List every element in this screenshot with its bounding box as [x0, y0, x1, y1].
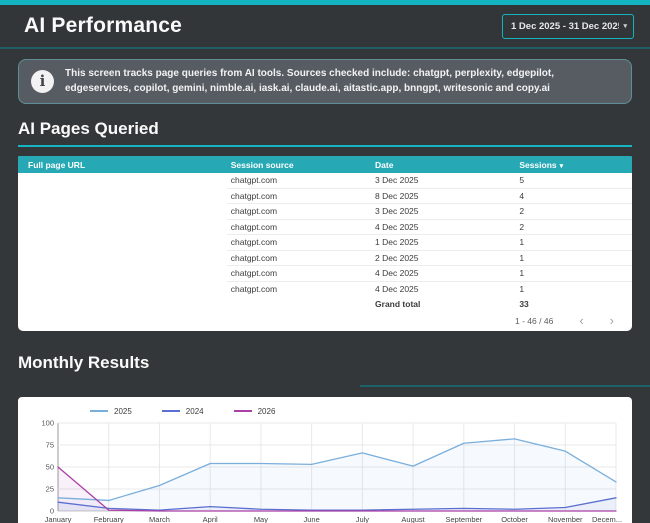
table-row: chatgpt.com4 Dec 20252	[18, 220, 632, 236]
section-underline	[18, 145, 632, 147]
cell-date: 3 Dec 2025	[371, 173, 515, 189]
legend-swatch	[234, 410, 252, 412]
cell-date: 4 Dec 2025	[371, 266, 515, 282]
app-header: AI Performance 1 Dec 2025 - 31 Dec 2025 …	[0, 5, 650, 47]
legend-item-2024[interactable]: 2024	[162, 407, 204, 416]
svg-text:June: June	[304, 515, 320, 523]
svg-text:Decem...: Decem...	[592, 515, 622, 523]
chevron-down-icon: ▾	[623, 22, 627, 30]
cell-date: 3 Dec 2025	[371, 204, 515, 220]
info-icon: i	[31, 70, 54, 93]
date-range-button[interactable]: 1 Dec 2025 - 31 Dec 2025 ▾	[502, 14, 634, 39]
svg-text:March: March	[149, 515, 170, 523]
column-header-sessions[interactable]: Sessions▾	[515, 160, 632, 170]
grand-total-row: Grand total 33	[18, 297, 632, 310]
svg-text:May: May	[254, 515, 268, 523]
svg-text:January: January	[45, 515, 72, 523]
cell-source: chatgpt.com	[227, 220, 371, 236]
grand-total-value: 33	[515, 299, 632, 309]
svg-text:February: February	[94, 515, 124, 523]
legend-label: 2026	[258, 407, 276, 416]
ai-pages-table: Full page URL Session source Date Sessio…	[18, 156, 632, 331]
svg-text:August: August	[401, 515, 425, 523]
column-header-date[interactable]: Date	[371, 160, 515, 170]
monthly-results-chart: 0255075100JanuaryFebruaryMarchAprilMayJu…	[28, 417, 622, 523]
section-title-ai-pages-queried: AI Pages Queried	[18, 119, 632, 139]
table-row: chatgpt.com4 Dec 20251	[18, 266, 632, 282]
table-body: chatgpt.com3 Dec 20255chatgpt.com8 Dec 2…	[18, 173, 632, 297]
cell-url	[18, 251, 227, 267]
legend-label: 2025	[114, 407, 132, 416]
svg-text:100: 100	[41, 419, 54, 428]
cell-sessions: 1	[515, 235, 632, 251]
date-range-label: 1 Dec 2025 - 31 Dec 2025	[511, 21, 619, 32]
monthly-results-chart-card: 202520242026 0255075100JanuaryFebruaryMa…	[18, 397, 632, 523]
pagination-range: 1 - 46 / 46	[515, 316, 553, 326]
pagination-prev-icon[interactable]: ‹	[575, 314, 587, 327]
legend-swatch	[162, 410, 180, 412]
cell-source: chatgpt.com	[227, 266, 371, 282]
legend-item-2025[interactable]: 2025	[90, 407, 132, 416]
column-header-full-page-url[interactable]: Full page URL	[18, 160, 227, 170]
cell-sessions: 1	[515, 282, 632, 298]
svg-text:25: 25	[46, 485, 54, 494]
cell-sessions: 4	[515, 189, 632, 205]
cell-url	[18, 204, 227, 220]
main-content: i This screen tracks page queries from A…	[0, 49, 650, 523]
table-row: chatgpt.com3 Dec 20252	[18, 204, 632, 220]
column-header-session-source[interactable]: Session source	[227, 160, 371, 170]
info-banner-text: This screen tracks page queries from AI …	[65, 67, 619, 96]
cell-date: 4 Dec 2025	[371, 282, 515, 298]
cell-source: chatgpt.com	[227, 173, 371, 189]
legend-label: 2024	[186, 407, 204, 416]
cell-url	[18, 235, 227, 251]
cell-source: chatgpt.com	[227, 282, 371, 298]
cell-url	[18, 189, 227, 205]
info-banner: i This screen tracks page queries from A…	[18, 59, 632, 104]
cell-url	[18, 220, 227, 236]
table-row: chatgpt.com4 Dec 20251	[18, 282, 632, 298]
cell-source: chatgpt.com	[227, 251, 371, 267]
table-row: chatgpt.com8 Dec 20254	[18, 189, 632, 205]
svg-text:July: July	[356, 515, 370, 523]
svg-text:November: November	[548, 515, 583, 523]
cell-date: 1 Dec 2025	[371, 235, 515, 251]
cell-sessions: 1	[515, 251, 632, 267]
cell-source: chatgpt.com	[227, 189, 371, 205]
cell-url	[18, 266, 227, 282]
cell-url	[18, 282, 227, 298]
pagination-next-icon[interactable]: ›	[606, 314, 618, 327]
monthly-results-header: Monthly Results	[18, 353, 632, 373]
table-row: chatgpt.com3 Dec 20255	[18, 173, 632, 189]
cell-date: 2 Dec 2025	[371, 251, 515, 267]
svg-text:April: April	[203, 515, 218, 523]
cell-sessions: 2	[515, 204, 632, 220]
table-row: chatgpt.com1 Dec 20251	[18, 235, 632, 251]
grand-total-label: Grand total	[371, 299, 515, 309]
svg-text:75: 75	[46, 441, 54, 450]
page-title: AI Performance	[24, 14, 182, 38]
table-row: chatgpt.com2 Dec 20251	[18, 251, 632, 267]
table-header-row: Full page URL Session source Date Sessio…	[18, 156, 632, 173]
chart-legend: 2025 2024 2026	[28, 405, 622, 417]
sort-descending-icon: ▾	[560, 163, 564, 170]
cell-sessions: 1	[515, 266, 632, 282]
cell-url	[18, 173, 227, 189]
cell-date: 4 Dec 2025	[371, 220, 515, 236]
legend-swatch	[90, 410, 108, 412]
cell-source: chatgpt.com	[227, 204, 371, 220]
svg-text:October: October	[501, 515, 528, 523]
cell-sessions: 5	[515, 173, 632, 189]
section-title-monthly-results: Monthly Results	[18, 353, 632, 373]
svg-text:50: 50	[46, 463, 54, 472]
cell-sessions: 2	[515, 220, 632, 236]
table-pagination: 1 - 46 / 46 ‹ ›	[18, 310, 632, 331]
svg-text:September: September	[445, 515, 482, 523]
monthly-divider-line	[360, 385, 650, 387]
legend-item-2026[interactable]: 2026	[234, 407, 276, 416]
cell-date: 8 Dec 2025	[371, 189, 515, 205]
cell-source: chatgpt.com	[227, 235, 371, 251]
